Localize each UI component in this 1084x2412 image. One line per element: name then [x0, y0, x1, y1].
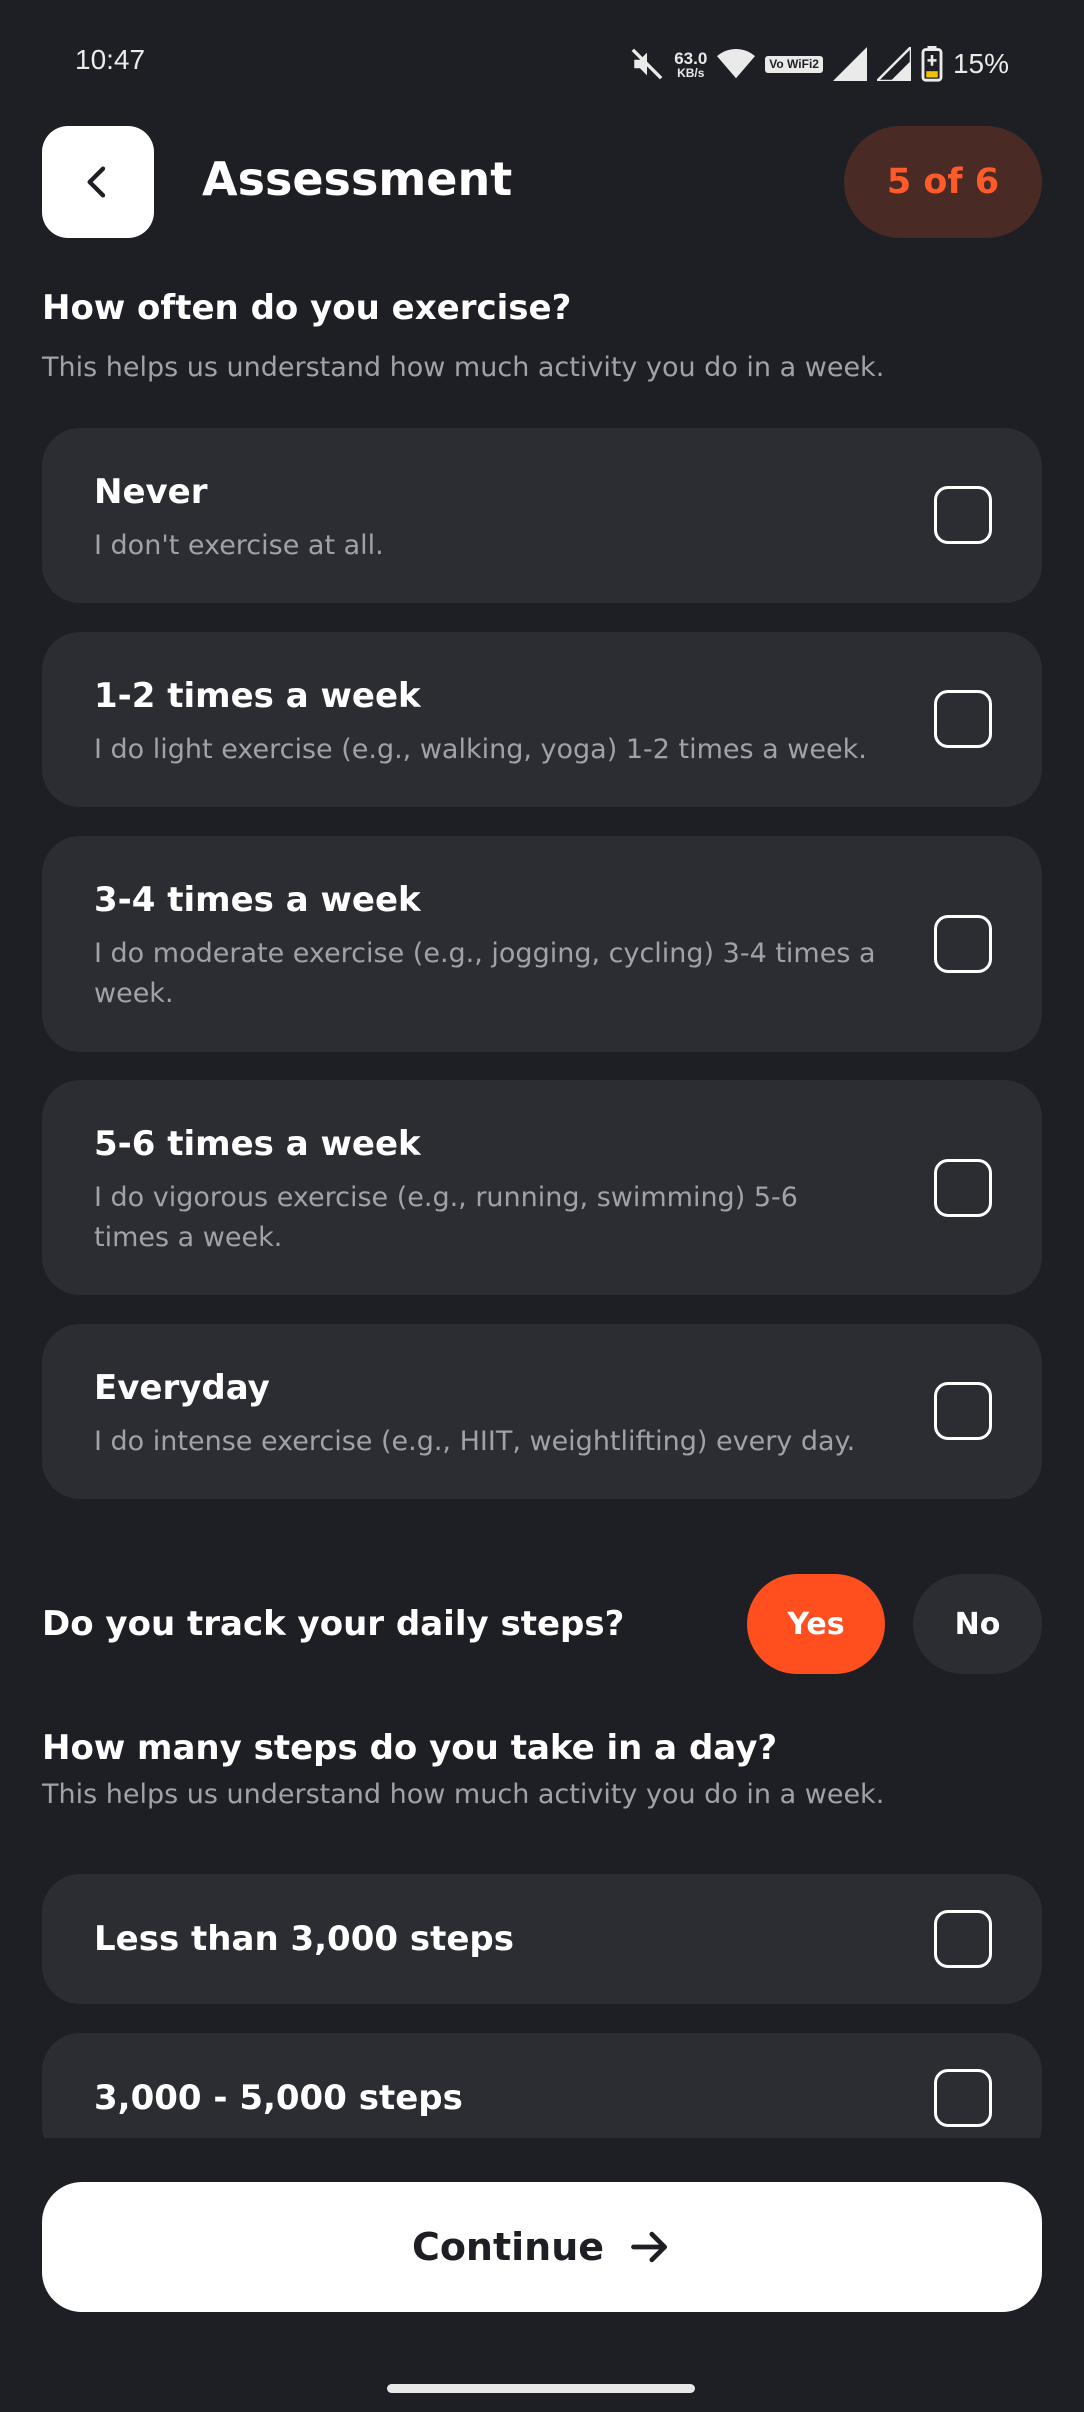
arrow-right-icon: [631, 2231, 668, 2263]
option-title: Never: [94, 472, 208, 512]
status-bar: 10:47 63.0 KB/s Vo WiFi2 15%: [0, 0, 1084, 120]
continue-button[interactable]: Continue: [42, 2182, 1042, 2312]
steps-option-less-3000[interactable]: Less than 3,000 steps: [42, 1874, 1042, 2004]
exercise-option-never[interactable]: Never I don't exercise at all.: [42, 428, 1042, 603]
option-checkbox[interactable]: [934, 1382, 992, 1440]
option-description: I don't exercise at all.: [94, 530, 384, 561]
option-checkbox[interactable]: [934, 1910, 992, 1968]
status-icons: 63.0 KB/s Vo WiFi2 15%: [630, 44, 1009, 84]
option-description: I do moderate exercise (e.g., jogging, c…: [94, 938, 876, 1009]
steps-question: How many steps do you take in a day?: [42, 1728, 778, 1768]
option-title: 5-6 times a week: [94, 1124, 421, 1164]
steps-subtitle: This helps us understand how much activi…: [42, 1779, 885, 1810]
status-time: 10:47: [75, 44, 146, 75]
continue-label: Continue: [411, 2225, 605, 2269]
option-description: I do vigorous exercise (e.g., running, s…: [94, 1182, 798, 1253]
exercise-option-1-2[interactable]: 1-2 times a week I do light exercise (e.…: [42, 632, 1042, 807]
exercise-subtitle: This helps us understand how much activi…: [42, 352, 885, 383]
option-description: I do light exercise (e.g., walking, yoga…: [94, 734, 867, 765]
signal-icon: [832, 47, 867, 81]
option-checkbox[interactable]: [934, 486, 992, 544]
back-button[interactable]: [42, 126, 154, 238]
chevron-left-icon: [87, 166, 106, 198]
option-title: 3-4 times a week: [94, 880, 421, 920]
option-checkbox[interactable]: [934, 915, 992, 973]
option-title: Everyday: [94, 1368, 270, 1408]
option-checkbox[interactable]: [934, 1159, 992, 1217]
network-speed: 63.0 KB/s: [674, 50, 707, 79]
net-speed-value: 63.0: [674, 48, 708, 68]
option-description: I do intense exercise (e.g., HIIT, weigh…: [94, 1426, 856, 1457]
net-speed-unit: KB/s: [677, 65, 705, 80]
option-checkbox[interactable]: [934, 690, 992, 748]
battery-icon: [921, 46, 943, 82]
page-title: Assessment: [202, 152, 513, 206]
exercise-option-3-4[interactable]: 3-4 times a week I do moderate exercise …: [42, 836, 1042, 1052]
step-indicator: 5 of 6: [844, 126, 1042, 238]
volte-badge: Vo WiFi2: [765, 55, 823, 73]
exercise-option-everyday[interactable]: Everyday I do intense exercise (e.g., HI…: [42, 1324, 1042, 1499]
option-title: Less than 3,000 steps: [94, 1919, 514, 1959]
mute-icon: [631, 48, 663, 80]
yes-button[interactable]: Yes: [747, 1574, 885, 1674]
home-indicator[interactable]: [387, 2384, 695, 2393]
wifi-icon: [717, 48, 756, 79]
option-checkbox[interactable]: [934, 2069, 992, 2127]
signal-icon-2: [876, 47, 911, 81]
battery-percent: 15%: [952, 48, 1009, 79]
exercise-question: How often do you exercise?: [42, 288, 572, 328]
no-button[interactable]: No: [913, 1574, 1042, 1674]
option-title: 3,000 - 5,000 steps: [94, 2078, 463, 2118]
exercise-option-5-6[interactable]: 5-6 times a week I do vigorous exercise …: [42, 1080, 1042, 1295]
option-title: 1-2 times a week: [94, 676, 421, 716]
track-steps-question: Do you track your daily steps?: [42, 1604, 625, 1644]
